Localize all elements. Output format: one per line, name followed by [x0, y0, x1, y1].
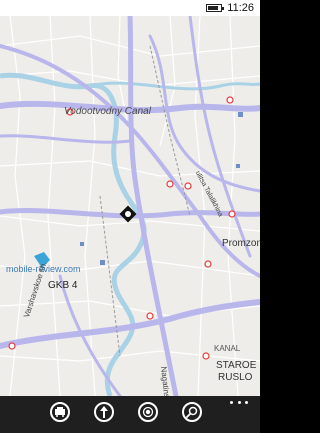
more-dots-icon[interactable] [230, 398, 248, 406]
status-bar: 11:26 [0, 0, 260, 16]
map-label-canal: Vodootvodny Canal [64, 106, 151, 117]
phone-screen: 11:26 Vodootvodny Canal ulitsa Talalikhi… [0, 0, 260, 433]
map-label-gkb: GKB 4 [48, 280, 78, 291]
map-label-kanal: KANAL [214, 344, 241, 353]
map-canvas[interactable] [0, 13, 260, 399]
more-dot [237, 400, 241, 404]
transit-button[interactable] [50, 402, 70, 422]
map-label-promzona: Promzon [222, 238, 260, 249]
status-time: 11:26 [227, 2, 254, 14]
map-label-ruslo: RUSLO [218, 372, 253, 383]
search-button[interactable] [182, 402, 202, 422]
battery-icon [206, 4, 224, 12]
app-bar [0, 396, 260, 433]
me-button[interactable] [138, 402, 158, 422]
location-target-icon [142, 406, 154, 418]
map-view[interactable]: Vodootvodny Canal ulitsa Talalikhina Pro… [0, 13, 260, 415]
transit-icon [55, 407, 65, 417]
map-label-staroe: STAROE [216, 360, 257, 371]
directions-button[interactable] [94, 402, 114, 422]
directions-icon [100, 406, 108, 418]
more-dot [245, 400, 248, 404]
search-icon [186, 406, 198, 418]
more-dot [230, 400, 233, 404]
